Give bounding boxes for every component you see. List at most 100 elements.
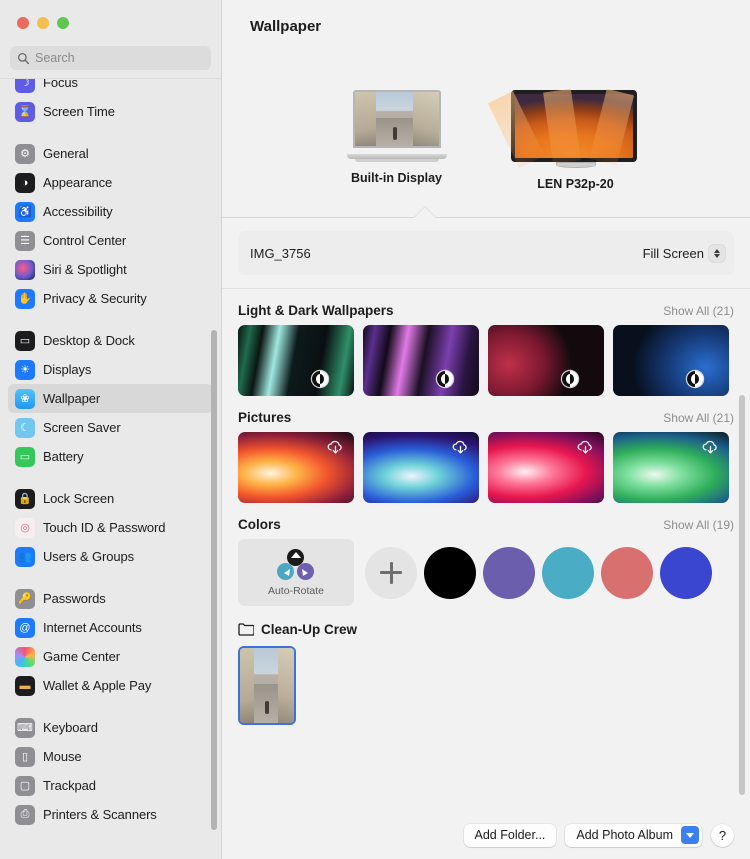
nav-group-gap: [8, 700, 213, 713]
sidebar-item-screen-saver[interactable]: ☾ Screen Saver: [8, 413, 213, 442]
colors-section: Colors Show All (19) Auto-Rotate: [222, 517, 750, 606]
folder-thumbnails: [238, 646, 734, 725]
sidebar-item-label: Battery: [43, 449, 84, 464]
sidebar-item-label: Printers & Scanners: [43, 807, 157, 822]
color-swatch[interactable]: [601, 546, 653, 599]
sidebar-item-printers-scanners[interactable]: ⎙ Printers & Scanners: [8, 800, 213, 829]
sidebar-item-control-center[interactable]: ☰ Control Center: [8, 226, 213, 255]
wallpaper-thumbnail[interactable]: [238, 325, 354, 396]
sidebar-item-passwords[interactable]: 🔑 Passwords: [8, 584, 213, 613]
sidebar-item-displays[interactable]: ☀ Displays: [8, 355, 213, 384]
photo-thumbnail[interactable]: [238, 646, 296, 725]
sidebar-item-accessibility[interactable]: ♿ Accessibility: [8, 197, 213, 226]
zoom-button[interactable]: [57, 17, 69, 29]
cloud-download-icon[interactable]: [451, 439, 470, 455]
wallpaper-section: Pictures Show All (21): [222, 410, 750, 503]
color-swatch[interactable]: [542, 546, 594, 599]
wallpaper-thumbnail[interactable]: [613, 325, 729, 396]
chevron-down-icon[interactable]: [681, 826, 699, 844]
sidebar-item-appearance[interactable]: ◑ Appearance: [8, 168, 213, 197]
sidebar-item-label: Mouse: [43, 749, 82, 764]
color-swatch[interactable]: [660, 546, 712, 599]
thumbnail-row: [238, 325, 734, 396]
sidebar-item-lock-screen[interactable]: 🔒 Lock Screen: [8, 484, 213, 513]
sidebar-item-game-center[interactable]: Game Center: [8, 642, 213, 671]
wallpaper-icon: ❀: [15, 388, 35, 409]
show-all-link[interactable]: Show All (21): [663, 304, 734, 318]
wallpaper-thumbnail[interactable]: [363, 325, 479, 396]
minimize-button[interactable]: [37, 17, 49, 29]
sidebar-item-wallpaper[interactable]: ❀ Wallpaper: [8, 384, 213, 413]
show-all-link[interactable]: Show All (21): [663, 411, 734, 425]
touch-id-icon: ◎: [15, 517, 35, 538]
close-button[interactable]: [17, 17, 29, 29]
cloud-download-icon[interactable]: [701, 439, 720, 455]
nav-group: 🔒 Lock Screen ◎ Touch ID & Password 👥 Users &…: [8, 484, 213, 571]
cloud-download-icon[interactable]: [576, 439, 595, 455]
bottom-toolbar: Add Folder... Add Photo Album ?: [222, 811, 750, 859]
sidebar-item-label: Siri & Spotlight: [43, 262, 127, 277]
auto-rotate-option[interactable]: Auto-Rotate: [238, 539, 354, 606]
sidebar-item-internet-accounts[interactable]: @ Internet Accounts: [8, 613, 213, 642]
wallpaper-thumbnail[interactable]: [488, 325, 604, 396]
sidebar-item-desktop-dock[interactable]: ▭ Desktop & Dock: [8, 326, 213, 355]
wallpaper-thumbnail[interactable]: [363, 432, 479, 503]
nav-group: ☽ Focus ⌛ Screen Time: [8, 79, 213, 126]
stepper-icon: [709, 244, 725, 262]
sidebar-item-keyboard[interactable]: ⌨ Keyboard: [8, 713, 213, 742]
sidebar-item-focus[interactable]: ☽ Focus: [8, 79, 213, 97]
nav-group: 🔑 Passwords @ Internet Accounts Game Center ▬…: [8, 584, 213, 700]
folder-section: Clean-Up Crew: [222, 622, 750, 725]
add-color-button[interactable]: [365, 546, 417, 599]
sidebar-item-label: Desktop & Dock: [43, 333, 135, 348]
general-icon: ⚙: [15, 143, 35, 164]
control-center-icon: ☰: [15, 230, 35, 251]
fit-mode-select[interactable]: Fill Screen: [643, 244, 725, 262]
content-separator: [222, 288, 750, 289]
add-folder-button[interactable]: Add Folder...: [463, 823, 557, 847]
wallpaper-scroll-area: IMG_3756 Fill Screen Light & Dark Wallpa…: [222, 218, 750, 811]
wallpaper-thumbnail[interactable]: [238, 432, 354, 503]
sidebar-item-label: Appearance: [43, 175, 113, 190]
search-box[interactable]: [10, 46, 211, 70]
sidebar-scrollbar[interactable]: [211, 330, 217, 830]
section-title: Pictures: [238, 410, 292, 425]
nav-group-gap: [8, 471, 213, 484]
sidebar-item-privacy-security[interactable]: ✋ Privacy & Security: [8, 284, 213, 313]
sidebar-item-label: Trackpad: [43, 778, 96, 793]
add-photo-album-button[interactable]: Add Photo Album: [565, 823, 702, 847]
sidebar-item-touch-id-password[interactable]: ◎ Touch ID & Password: [8, 513, 213, 542]
internet-accounts-icon: @: [15, 617, 35, 638]
help-button[interactable]: ?: [711, 823, 734, 847]
sidebar-item-general[interactable]: ⚙ General: [8, 139, 213, 168]
color-swatch[interactable]: [483, 546, 535, 599]
section-title: Light & Dark Wallpapers: [238, 303, 394, 318]
lock-screen-icon: 🔒: [15, 488, 35, 509]
sidebar-item-label: Touch ID & Password: [43, 520, 166, 535]
sidebar-item-trackpad[interactable]: ▢ Trackpad: [8, 771, 213, 800]
wallpaper-thumbnail[interactable]: [488, 432, 604, 503]
sidebar-item-label: Internet Accounts: [43, 620, 142, 635]
display-option-builtin[interactable]: Built-in Display: [329, 90, 464, 185]
light-dark-badge-icon: [687, 371, 703, 387]
sidebar-item-battery[interactable]: ▭ Battery: [8, 442, 213, 471]
auto-rotate-icon: [276, 548, 316, 583]
colors-show-all[interactable]: Show All (19): [663, 518, 734, 532]
sidebar-item-screen-time[interactable]: ⌛ Screen Time: [8, 97, 213, 126]
sidebar-item-users-groups[interactable]: 👥 Users & Groups: [8, 542, 213, 571]
cloud-download-icon[interactable]: [326, 439, 345, 455]
display-option-external[interactable]: LEN P32p-20: [487, 88, 643, 191]
search-input[interactable]: [35, 51, 204, 65]
color-swatch[interactable]: [424, 546, 476, 599]
sidebar-item-siri-spotlight[interactable]: Siri & Spotlight: [8, 255, 213, 284]
sidebar-item-label: Lock Screen: [43, 491, 115, 506]
sidebar-item-label: Passwords: [43, 591, 106, 606]
sidebar-item-mouse[interactable]: ▯ Mouse: [8, 742, 213, 771]
sidebar-item-wallet-apple-pay[interactable]: ▬ Wallet & Apple Pay: [8, 671, 213, 700]
light-dark-badge-icon: [437, 371, 453, 387]
nav-group-gap: [8, 126, 213, 139]
wallpaper-thumbnail[interactable]: [613, 432, 729, 503]
display-name: LEN P32p-20: [537, 177, 614, 191]
main-scrollbar[interactable]: [739, 395, 745, 795]
monitor-icon: [487, 88, 641, 169]
